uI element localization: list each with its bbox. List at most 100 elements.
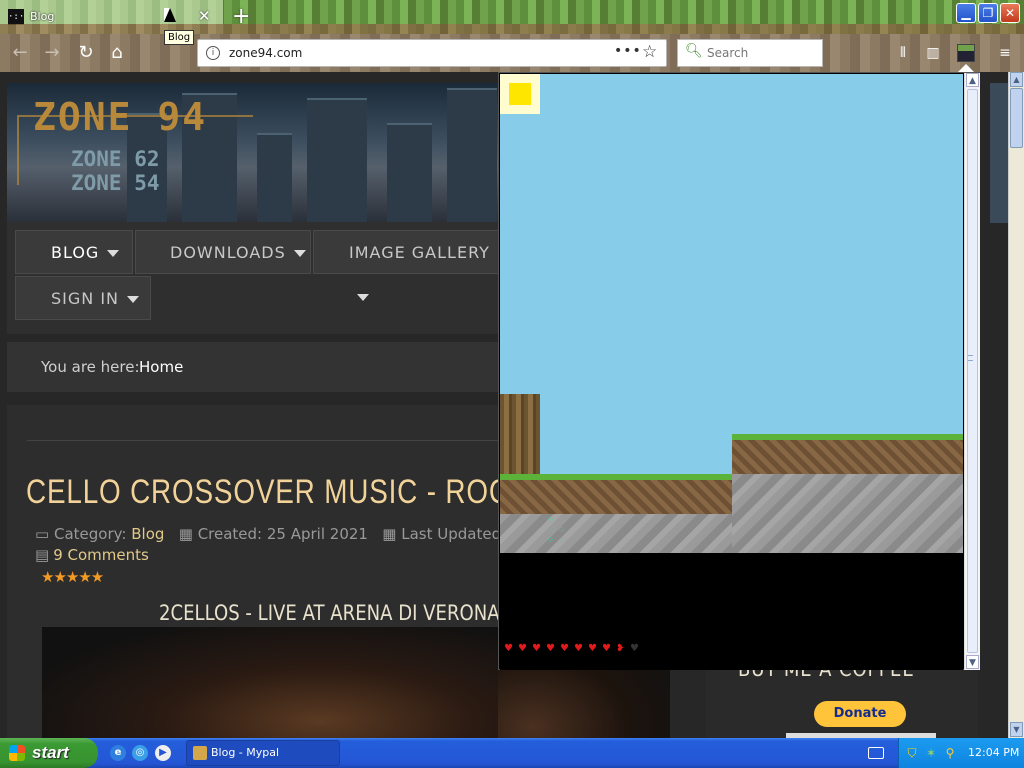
grass-block-low xyxy=(500,474,732,514)
tab-title: Blog xyxy=(30,10,55,23)
minimize-button[interactable]: ▁ xyxy=(956,3,976,23)
keyboard-icon[interactable] xyxy=(868,747,884,759)
divider xyxy=(27,440,498,441)
logo-sub-line-1: ZONE 62 xyxy=(71,147,160,171)
scroll-up-icon[interactable]: ▲ xyxy=(1010,72,1023,87)
emerald-ore-block: ⁘ ⁘⁘ ⁘ ⁘ xyxy=(546,515,566,546)
menu-label: IMAGE GALLERY xyxy=(349,243,490,262)
menu-label: BLOG xyxy=(51,243,100,262)
article-title[interactable]: CELLO CROSSOVER MUSIC - ROCK A xyxy=(26,473,556,512)
article-meta: ▭ Category: Blog ▦ Created: 25 April 202… xyxy=(35,525,520,543)
taskbar: start e ◎ ▶ Blog - Mypal ⛉ ✶ ⚲ 12:04 PM xyxy=(0,738,1024,768)
heart-icon: ♥ xyxy=(504,643,513,654)
scroll-down-icon[interactable]: ▼ xyxy=(1010,722,1023,737)
search-input[interactable]: 🔍︎ Search xyxy=(677,39,823,67)
menu-hamburger-icon[interactable]: ≡ xyxy=(994,42,1016,64)
stone-block-right xyxy=(732,474,963,553)
library-icon[interactable]: ⫴ xyxy=(892,42,914,64)
ie-quicklaunch-icon[interactable]: e xyxy=(110,745,126,761)
browser-quicklaunch-icon[interactable]: ◎ xyxy=(132,745,148,761)
created-date: Created: 25 April 2021 xyxy=(197,525,368,543)
chevron-down-icon xyxy=(357,294,369,301)
search-tray-icon[interactable]: ⚲ xyxy=(943,746,957,760)
comments-count: 9 Comments xyxy=(53,546,149,564)
game-hud: ♥ ♥ ♥ ♥ ♥ ♥ ♥ ♥ ❥ ♥ xyxy=(500,553,963,670)
popup-scrollbar[interactable]: ▲ ▼ xyxy=(964,73,980,670)
breadcrumb-home-link[interactable]: Home xyxy=(139,358,183,376)
back-icon[interactable]: ← xyxy=(8,41,32,65)
banner-right-edge xyxy=(990,83,1008,223)
reload-icon[interactable]: ↻ xyxy=(74,41,98,65)
video-thumbnail[interactable] xyxy=(42,627,505,738)
network-icon[interactable]: ✶ xyxy=(924,746,938,760)
logo-sub-text: ZONE 62 ZONE 54 xyxy=(71,147,160,195)
menu-label: SIGN IN xyxy=(51,289,120,308)
heart-icon: ♥ xyxy=(602,643,611,654)
game-extension-icon[interactable] xyxy=(957,44,975,62)
heart-icon: ❥ xyxy=(616,643,625,654)
menu-item-image-gallery[interactable]: IMAGE GALLERY xyxy=(313,230,503,301)
window-controls: ▁ ❐ ✕ xyxy=(956,3,1020,23)
scroll-up-icon[interactable]: ▲ xyxy=(966,73,979,87)
site-info-icon[interactable]: i xyxy=(206,46,220,60)
forward-icon[interactable]: → xyxy=(40,41,64,65)
page-scrollbar[interactable]: ▲ ▼ xyxy=(1008,72,1024,738)
url-bar[interactable]: i zone94.com ••• ☆ xyxy=(197,39,667,67)
new-tab-icon[interactable]: + xyxy=(232,4,250,29)
close-window-button[interactable]: ✕ xyxy=(1000,3,1020,23)
article: CELLO CROSSOVER MUSIC - ROCK A ▭ Categor… xyxy=(7,405,555,738)
task-label: Blog - Mypal xyxy=(211,746,280,759)
media-quicklaunch-icon[interactable]: ▶ xyxy=(155,745,171,761)
start-label: start xyxy=(32,743,69,762)
tab-tooltip: Blog xyxy=(164,30,195,45)
page-actions-icon[interactable]: ••• xyxy=(614,43,642,59)
comment-icon: ▤ xyxy=(35,546,50,564)
heart-icon: ♥ xyxy=(630,643,639,654)
heart-icon: ♥ xyxy=(560,643,569,654)
tab-strip: ·:· Blog ✕ + ▁ ❐ ✕ xyxy=(0,0,1024,34)
menu-item-blog[interactable]: BLOG xyxy=(15,230,133,274)
nav-bar: ← → ↻ ⌂ i zone94.com ••• ☆ 🔍︎ Search ⫴ ▥… xyxy=(0,34,1024,72)
logo-sub-line-2: ZONE 54 xyxy=(71,171,160,195)
comments-link[interactable]: ▤ 9 Comments xyxy=(35,546,149,564)
bookmark-star-icon[interactable]: ☆ xyxy=(642,42,657,62)
mypal-app-icon xyxy=(193,746,207,760)
calendar-icon: ▦ xyxy=(382,525,397,543)
search-placeholder: Search xyxy=(707,46,749,60)
tree-trunk-block xyxy=(500,394,540,474)
heart-icon: ♥ xyxy=(546,643,555,654)
stone-block-left xyxy=(500,514,732,553)
site-banner: ZONE 94 ZONE 62 ZONE 54 xyxy=(7,83,498,223)
heart-icon: ♥ xyxy=(532,643,541,654)
tab-favicon-icon: ·:· xyxy=(8,9,24,25)
restore-button[interactable]: ❐ xyxy=(978,3,998,23)
scroll-down-icon[interactable]: ▼ xyxy=(966,655,979,669)
heart-icon: ♥ xyxy=(518,643,527,654)
heart-icon: ♥ xyxy=(574,643,583,654)
chevron-down-icon xyxy=(293,250,306,257)
sidebar-toggle-icon[interactable]: ▥ xyxy=(922,42,944,64)
tab-blog[interactable]: ·:· Blog ✕ xyxy=(0,0,224,34)
donate-button[interactable]: Donate xyxy=(814,701,906,727)
sun-block xyxy=(500,74,540,114)
menu-item-downloads[interactable]: DOWNLOADS xyxy=(135,230,311,274)
home-icon[interactable]: ⌂ xyxy=(105,41,129,65)
menu-item-sign-in[interactable]: SIGN IN xyxy=(15,276,151,320)
calendar-icon: ▦ xyxy=(178,525,193,543)
site-logo[interactable]: ZONE 94 xyxy=(33,95,207,139)
start-button[interactable]: start xyxy=(0,738,98,768)
popup-arrow xyxy=(958,64,974,72)
breadcrumb-label: You are here: xyxy=(41,358,140,376)
scroll-thumb[interactable] xyxy=(1010,88,1023,148)
category-link[interactable]: Blog xyxy=(131,525,164,543)
scroll-grip xyxy=(968,355,973,361)
rating-stars[interactable]: ★★★★★ xyxy=(41,568,104,586)
game-canvas[interactable]: ⁘ ⁘⁘ ⁘ ⁘ xyxy=(500,74,963,553)
scroll-thumb[interactable] xyxy=(967,89,978,653)
category-label: Category: xyxy=(53,525,127,543)
shield-icon[interactable]: ⛉ xyxy=(905,746,919,760)
taskbar-item-mypal[interactable]: Blog - Mypal xyxy=(186,740,340,766)
close-tab-icon[interactable]: ✕ xyxy=(198,7,211,25)
url-text[interactable]: zone94.com xyxy=(229,46,302,60)
heart-icon: ♥ xyxy=(588,643,597,654)
